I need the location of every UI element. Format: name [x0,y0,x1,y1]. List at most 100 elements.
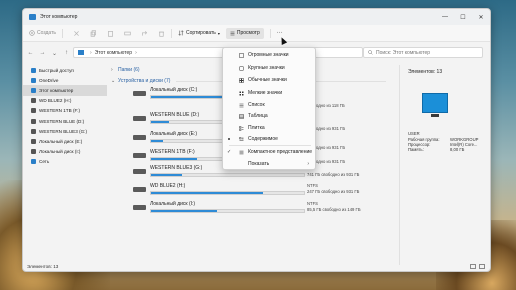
sidebar-item-onedrive[interactable]: OneDrive [23,75,107,85]
drive-name: Локальный диск (C:) [150,87,198,93]
delete-icon[interactable] [158,30,165,37]
view-button[interactable]: Просмотр [225,27,264,39]
square-icon [239,52,244,58]
menu-item-label: Плитка [248,125,265,131]
drive-usage-fill [151,174,182,176]
minimize-button[interactable]: — [436,9,454,25]
sidebar-item-label: Этот компьютер [39,87,74,93]
details-prop-key: Память: [408,147,424,152]
drive-icon [133,169,146,174]
title-bar: Этот компьютер — ☐ ✕ [23,9,490,25]
sort-label: Сортировать [186,30,216,36]
sidebar-item-drive-e[interactable]: Локальный диск (E:) [23,136,107,146]
sidebar-item-label: Локальный диск (E:) [39,138,83,144]
drive-icon [133,153,146,158]
sidebar-item-drive-i[interactable]: Локальный диск (I:) [23,147,107,157]
drive-icon [133,205,146,210]
menu-item-details[interactable]: Таблица [223,111,315,121]
menu-item-label: Показать [248,161,270,167]
folder-icon [29,14,36,20]
details-pane: Элементов: 13 USER Рабочая группа: WORKG… [399,65,490,265]
drive-name: Локальный диск (E:) [150,131,198,137]
square-icon [239,66,244,70]
back-button[interactable]: ← [26,50,35,56]
menu-item-tiles[interactable]: Плитка [223,123,315,133]
address-bar[interactable]: › Этот компьютер › [73,47,363,58]
drive-icon [31,128,36,134]
drive-free-text: 741 ГБ свободно из 931 ГБ [307,172,360,177]
large-icons-view-icon[interactable] [479,264,485,269]
sidebar-item-drive-f[interactable]: WESTERN 1TB (F:) [23,106,107,116]
menu-item-extra-large-icons[interactable]: Огромные значки [223,50,315,60]
folders-group-label: Папки (6) [118,67,140,73]
cut-icon[interactable] [73,30,80,37]
breadcrumb[interactable]: Этот компьютер [95,50,132,56]
drive-name: WESTERN BLUE3 (G:) [150,165,203,171]
navigation-pane: Быстрый доступ OneDrive Этот компьютер W… [23,65,107,265]
drive-free-text: 85,5 ГБ свободно из 149 ГБ [307,207,361,212]
more-options-button[interactable]: ··· [277,30,283,36]
chevron-right-icon: › [111,67,113,73]
sidebar-item-label: OneDrive [39,77,59,83]
up-button[interactable]: ↑ [62,50,71,56]
menu-item-small-icons[interactable]: Мелкие значки [223,88,315,98]
checkmark-icon: ✓ [227,149,232,155]
breadcrumb-separator: › [135,49,137,56]
drive-icon [133,116,146,121]
menu-item-compact-view[interactable]: ✓ Компактное представление [223,147,315,157]
view-icon [230,31,235,35]
details-view-icon[interactable] [470,264,476,269]
drive-usage-bar [150,191,305,195]
menu-divider [229,145,311,146]
menu-item-content[interactable]: Содержимое [223,134,315,144]
breadcrumb-separator: › [90,49,92,56]
content-icon [239,136,244,141]
details-user: USER [408,131,420,136]
menu-item-list[interactable]: Список [223,100,315,110]
close-button[interactable]: ✕ [472,9,490,25]
sidebar-item-quick-access[interactable]: Быстрый доступ [23,65,107,75]
monitor-icon [78,50,84,55]
rename-icon[interactable] [124,30,131,37]
share-icon[interactable] [141,30,148,37]
forward-button[interactable]: → [38,50,47,56]
menu-item-show[interactable]: Показать › [223,159,315,169]
chevron-down-icon: ⌄ [111,78,116,84]
sidebar-item-drive-h[interactable]: WD BLUE2 (H:) [23,96,107,106]
search-input[interactable]: Поиск: Этот компьютер [363,47,483,58]
drive-icon [31,98,36,104]
view-toggle-group [467,264,485,269]
sidebar-item-drive-d[interactable]: WESTERN BLUE (D:) [23,116,107,126]
drive-item[interactable]: WD BLUE2 (H:) [133,183,308,201]
drive-name: WESTERN 1TB (F:) [150,149,195,155]
menu-item-label: Огромные значки [248,52,289,58]
paste-icon[interactable] [107,30,114,37]
drive-fs-text: NTFS [307,201,318,206]
sidebar-item-label: WESTERN 1TB (F:) [39,108,81,114]
network-icon [31,159,36,165]
copy-icon[interactable] [90,29,97,37]
chevron-right-icon: › [307,161,309,167]
sidebar-item-label: Быстрый доступ [39,67,74,73]
drive-icon [31,149,36,155]
sidebar-item-label: WD BLUE2 (H:) [39,98,72,104]
create-button[interactable]: Создать [29,30,56,36]
window-controls: — ☐ ✕ [436,9,490,25]
chevron-down-icon: ▾ [217,30,220,36]
drive-usage-bar [150,173,305,177]
view-label: Просмотр [236,30,260,36]
menu-item-label: Список [248,102,265,108]
sidebar-item-this-pc[interactable]: Этот компьютер [23,85,107,96]
sidebar-item-network[interactable]: Сеть [23,157,107,167]
sort-button[interactable]: Сортировать ▾ [178,30,220,36]
explorer-window: Этот компьютер — ☐ ✕ Создать Сортировать… [22,8,491,272]
menu-item-large-icons[interactable]: Крупные значки [223,63,315,73]
grid-icon [239,77,244,83]
maximize-button[interactable]: ☐ [454,9,472,25]
menu-item-medium-icons[interactable]: Обычные значки [223,75,315,85]
sidebar-item-drive-g[interactable]: WESTERN BLUE3 (G:) [23,126,107,136]
drive-item[interactable]: Локальный диск (I:) [133,201,308,219]
star-icon [31,67,36,73]
recent-dropdown-button[interactable]: ⌄ [50,50,59,57]
sidebar-item-label: WESTERN BLUE (D:) [39,118,85,124]
